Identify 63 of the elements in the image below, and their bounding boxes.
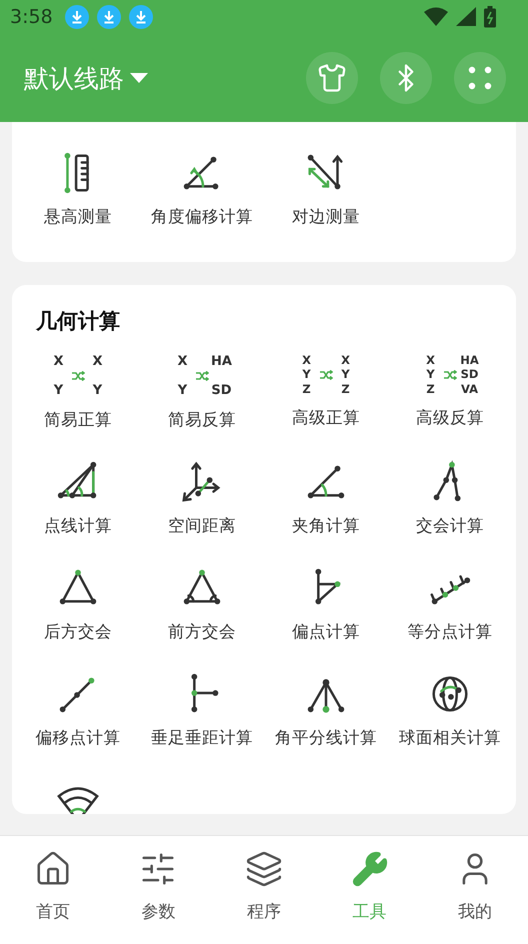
layers-icon bbox=[244, 850, 283, 888]
swap-icon bbox=[195, 371, 209, 381]
coordinate-label: Y bbox=[92, 384, 102, 397]
wifi-icon bbox=[424, 7, 448, 27]
swap-icon bbox=[443, 370, 457, 380]
nav-tab[interactable]: 首页 bbox=[0, 836, 106, 944]
coordinate-label: X bbox=[53, 355, 64, 368]
coordinate-label: Z bbox=[341, 384, 350, 395]
tool-label[interactable]: 高级反算 bbox=[416, 407, 484, 429]
download-icon bbox=[64, 5, 89, 29]
tool-label[interactable]: 空间距离 bbox=[168, 515, 236, 537]
tool-label[interactable]: 垂足垂距计算 bbox=[151, 727, 253, 749]
tool-label[interactable]: 球面相关计算 bbox=[399, 727, 501, 749]
coordinate-label: HA bbox=[460, 355, 479, 366]
section-title: 几何计算 bbox=[36, 308, 120, 335]
caret-icon bbox=[130, 73, 148, 83]
coordinate-label: Y bbox=[426, 369, 435, 381]
tool-label[interactable]: 交会计算 bbox=[416, 515, 484, 537]
coordinate-label: SD bbox=[460, 369, 478, 381]
status-time: 3:58 bbox=[10, 6, 53, 28]
tool-label[interactable]: 角平分线计算 bbox=[275, 727, 377, 749]
wrench-icon bbox=[350, 850, 389, 888]
tool-label[interactable]: 偏点计算 bbox=[292, 621, 360, 643]
coordinate-label: HA bbox=[211, 355, 232, 368]
coordinate-label: X bbox=[177, 355, 188, 368]
coordinate-label: Y bbox=[341, 369, 350, 381]
menu-button[interactable] bbox=[454, 52, 506, 104]
nav-tab[interactable]: 程序 bbox=[211, 836, 317, 944]
tool-label[interactable]: 后方交会 bbox=[44, 621, 112, 643]
battery-icon bbox=[484, 6, 496, 28]
coordinate-label: Y bbox=[54, 384, 64, 397]
coordinate-label: SD bbox=[211, 384, 232, 397]
download-icon bbox=[96, 5, 121, 29]
coordinate-label: X bbox=[92, 355, 103, 368]
coordinate-label: Z bbox=[302, 384, 311, 395]
tool-label[interactable]: 偏移点计算 bbox=[36, 727, 120, 749]
tool-label[interactable]: 对边测量 bbox=[292, 206, 360, 228]
tool-label[interactable]: 前方交会 bbox=[168, 621, 236, 643]
coordinate-label: VA bbox=[460, 384, 478, 395]
tool-label[interactable]: 等分点计算 bbox=[408, 621, 492, 643]
four-dots-icon bbox=[468, 66, 492, 90]
coordinate-label: X bbox=[302, 355, 311, 366]
tool-label[interactable]: 夹角计算 bbox=[292, 515, 360, 537]
nav-tab[interactable]: 参数 bbox=[106, 836, 212, 944]
tool-label[interactable]: 简易反算 bbox=[168, 409, 236, 431]
tool-label[interactable]: 角度偏移计算 bbox=[151, 206, 253, 228]
swap-icon bbox=[71, 371, 85, 381]
shirt-icon bbox=[317, 63, 347, 93]
coordinate-label: X bbox=[341, 355, 350, 366]
shirt-button[interactable] bbox=[306, 52, 358, 104]
tool-label[interactable]: 点线计算 bbox=[44, 515, 112, 537]
swap-icon bbox=[319, 370, 333, 380]
bluetooth-button[interactable] bbox=[380, 52, 432, 104]
coordinate-label: Z bbox=[426, 384, 435, 395]
coordinate-label: Y bbox=[178, 384, 188, 397]
tool-label[interactable]: 简易正算 bbox=[44, 409, 112, 431]
signal-icon bbox=[456, 7, 476, 27]
coordinate-label: Y bbox=[302, 369, 311, 381]
nav-tab[interactable]: 我的 bbox=[422, 836, 528, 944]
tool-label[interactable]: 高级正算 bbox=[292, 407, 360, 429]
tool-label[interactable]: 悬高测量 bbox=[44, 206, 112, 228]
coordinate-label: X bbox=[426, 355, 435, 366]
download-icon bbox=[128, 5, 153, 29]
